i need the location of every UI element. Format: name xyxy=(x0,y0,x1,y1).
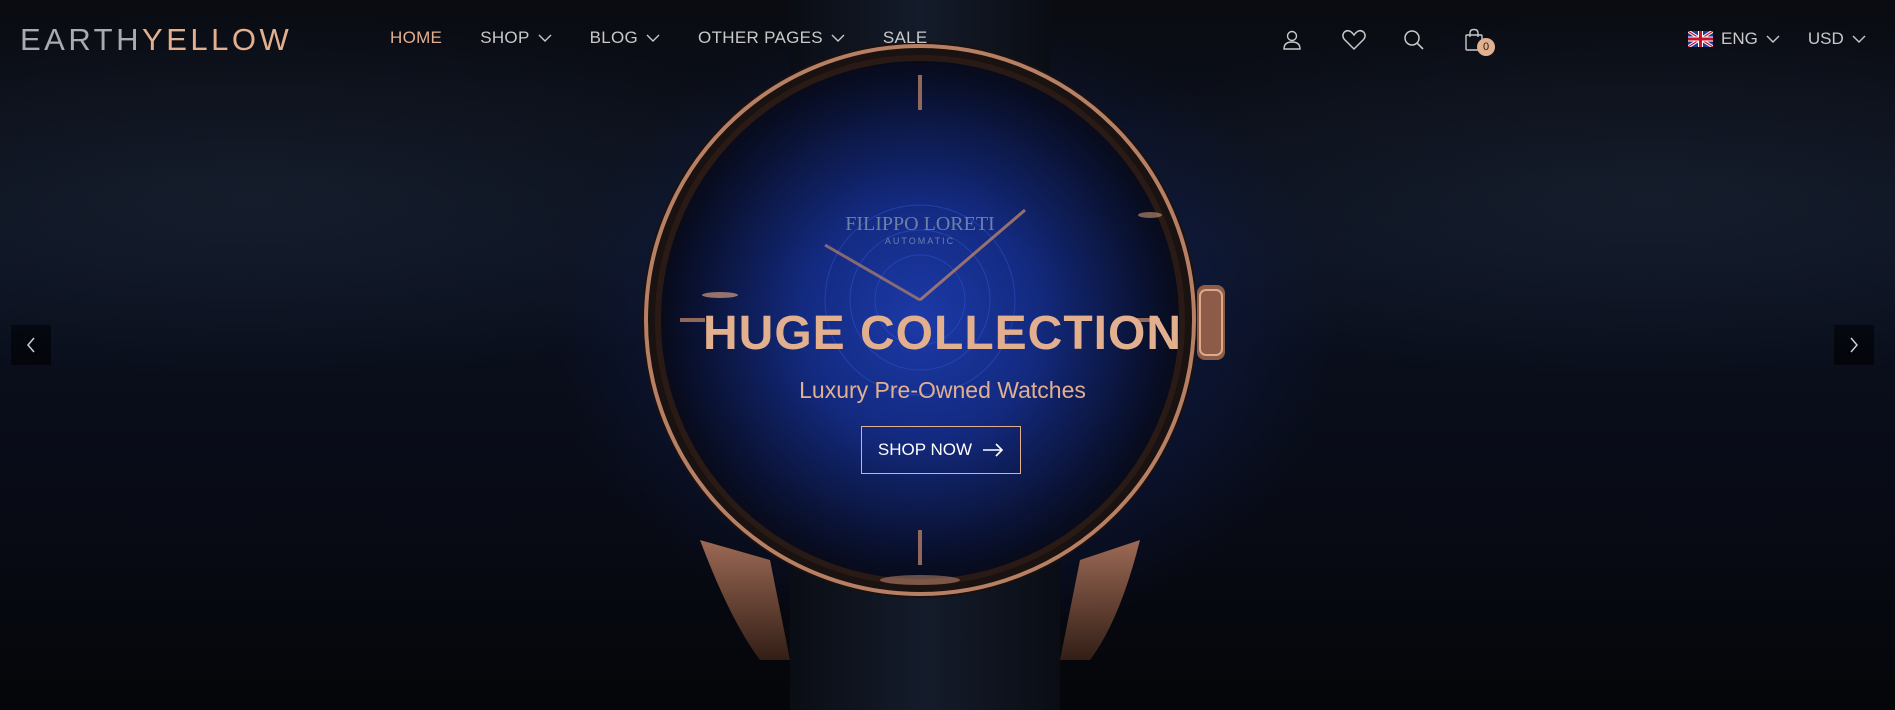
search-icon[interactable] xyxy=(1402,28,1426,52)
locale-switchers: ENG USD xyxy=(1688,29,1866,49)
site-header: EARTHYELLOW HOME SHOP BLOG OTHER PAGES S… xyxy=(0,0,1895,80)
nav-item-other-pages[interactable]: OTHER PAGES xyxy=(698,28,845,48)
nav-item-sale[interactable]: SALE xyxy=(883,28,928,48)
heart-icon[interactable] xyxy=(1341,28,1366,52)
language-label: ENG xyxy=(1721,29,1758,48)
chevron-down-icon xyxy=(831,34,845,42)
chevron-down-icon xyxy=(646,34,660,42)
nav-item-blog-label: BLOG xyxy=(589,28,639,47)
brand-logo-part1: EARTH xyxy=(20,22,143,57)
nav-item-blog[interactable]: BLOG xyxy=(590,28,660,48)
nav-item-home-label: HOME xyxy=(390,28,443,47)
shop-now-button[interactable]: SHOP NOW xyxy=(861,426,1021,474)
cart-count-badge: 0 xyxy=(1477,38,1495,56)
chevron-down-icon xyxy=(538,34,552,42)
watch-model-text: AUTOMATIC xyxy=(885,236,955,246)
brand-logo[interactable]: EARTHYELLOW xyxy=(20,22,292,58)
main-nav: HOME SHOP BLOG OTHER PAGES SALE xyxy=(390,28,966,48)
nav-item-home[interactable]: HOME xyxy=(390,28,442,48)
nav-item-shop[interactable]: SHOP xyxy=(480,28,552,48)
user-icon[interactable] xyxy=(1280,28,1304,52)
hero-title: HUGE COLLECTION xyxy=(703,307,1182,360)
watch-brand-text: FILIPPO LORETI xyxy=(845,213,994,235)
uk-flag-icon xyxy=(1688,31,1713,47)
nav-item-sale-label: SALE xyxy=(882,28,928,47)
hero-subtitle: Luxury Pre-Owned Watches xyxy=(799,377,1086,403)
nav-item-other-pages-label: OTHER PAGES xyxy=(698,28,823,47)
chevron-down-icon xyxy=(1852,35,1866,43)
shopping-bag-icon[interactable]: 0 xyxy=(1463,28,1495,56)
nav-item-shop-label: SHOP xyxy=(480,28,530,47)
shop-now-label: SHOP NOW xyxy=(877,440,973,459)
currency-label: USD xyxy=(1807,29,1844,48)
brand-logo-part2: YELLOW xyxy=(142,22,293,57)
header-icons: 0 xyxy=(1280,28,1524,56)
language-selector[interactable]: ENG xyxy=(1688,29,1780,49)
arrow-right-icon xyxy=(983,443,1004,457)
currency-selector[interactable]: USD xyxy=(1808,29,1866,49)
chevron-down-icon xyxy=(1766,35,1780,43)
